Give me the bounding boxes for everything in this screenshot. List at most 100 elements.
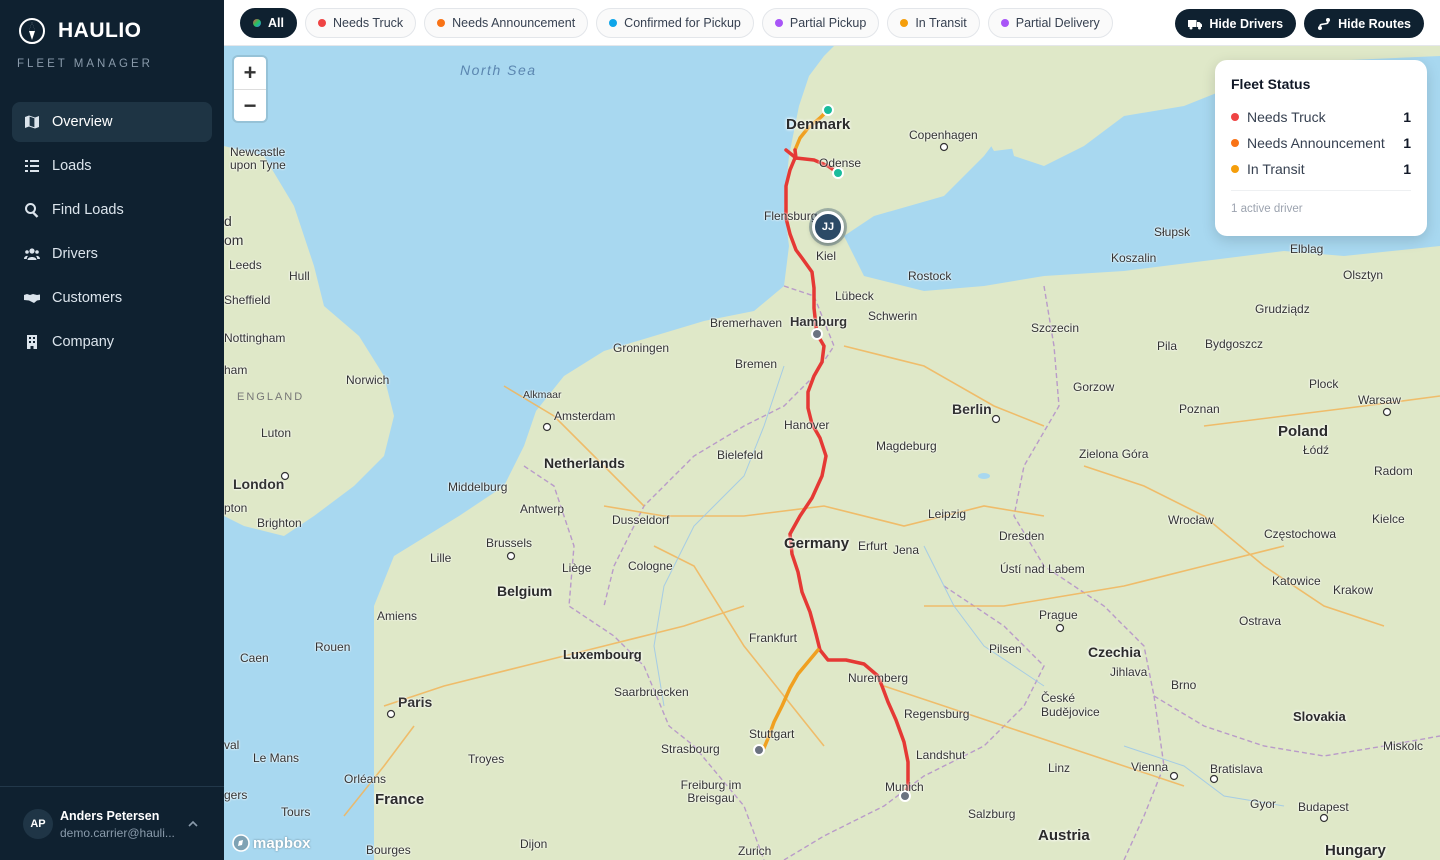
hide-drivers-button[interactable]: Hide Drivers [1175, 9, 1297, 38]
fleet-status-row: Needs Truck 1 [1231, 104, 1411, 130]
mapbox-logo[interactable]: mapbox [232, 834, 311, 852]
city-label: Flensburg [764, 209, 818, 223]
city-label: Vienna [1131, 760, 1169, 774]
brand-subtitle: FLEET MANAGER [17, 58, 153, 70]
filter-chip-in-transit[interactable]: In Transit [887, 8, 980, 38]
mapbox-wordmark: mapbox [253, 834, 311, 852]
city-label: Jena [893, 543, 920, 557]
zoom-out-button[interactable]: − [234, 89, 266, 121]
sidebar-item-find-loads[interactable]: Find Loads [12, 190, 212, 230]
map-canvas[interactable]: North Sea ENGLAND Denmark Netherlands Be… [224, 46, 1440, 860]
fleet-status-count: 1 [1403, 135, 1411, 151]
city-label: Warsaw [1358, 393, 1401, 407]
chevron-up-icon[interactable] [186, 817, 200, 831]
divider [1231, 190, 1411, 191]
fleet-status-count: 1 [1403, 161, 1411, 177]
driver-marker[interactable]: JJ [812, 211, 844, 243]
hide-routes-button[interactable]: Hide Routes [1304, 9, 1424, 38]
filter-chip-needs-announcement[interactable]: Needs Announcement [424, 8, 589, 38]
city-label: Frankfurt [749, 631, 798, 645]
sidebar-item-label: Overview [52, 114, 113, 130]
country-label: Poland [1278, 423, 1329, 440]
city-label: Hanover [784, 418, 830, 432]
sea-label: North Sea [460, 62, 537, 78]
status-dot-icon [609, 19, 618, 27]
city-label: Rostock [908, 269, 952, 283]
city-label: Grudziądz [1255, 302, 1310, 316]
city-label: Łódź [1303, 443, 1330, 457]
status-dot-icon [1231, 165, 1239, 173]
city-label: Dusseldorf [612, 513, 670, 527]
city-label: Leipzig [928, 507, 967, 521]
hide-routes-label: Hide Routes [1338, 16, 1411, 31]
city-label: Gorzow [1073, 380, 1115, 394]
country-label: Luxembourg [563, 647, 642, 662]
sidebar-item-overview[interactable]: Overview [12, 102, 212, 142]
city-label: Budapest [1298, 800, 1349, 814]
country-label: Netherlands [544, 455, 625, 471]
sidebar-item-company[interactable]: Company [12, 322, 212, 362]
city-label: Regensburg [904, 707, 970, 721]
city-label: d [224, 213, 232, 229]
city-label: Amiens [377, 609, 418, 623]
map-icon [24, 114, 40, 130]
city-label: om [224, 232, 244, 248]
country-label: Austria [1038, 827, 1090, 844]
city-label: Bratislava [1210, 762, 1263, 776]
filter-chip-label: Needs Announcement [452, 16, 576, 30]
city-label: Bremerhaven [710, 316, 783, 330]
city-label: Liège [562, 561, 592, 575]
user-menu[interactable]: AP Anders Petersen demo.carrier@hauli... [0, 786, 224, 860]
zoom-controls: + − [234, 57, 266, 121]
city-label: Saarbruecken [614, 685, 689, 699]
filter-chip-confirmed-for-pickup[interactable]: Confirmed for Pickup [596, 8, 754, 38]
building-icon [24, 334, 40, 350]
city-label: Lübeck [835, 289, 874, 303]
country-label: Germany [784, 535, 850, 552]
city-label: Brno [1171, 678, 1197, 692]
city-label: Elblag [1290, 242, 1324, 256]
filter-chip-partial-pickup[interactable]: Partial Pickup [761, 8, 880, 38]
sidebar-item-loads[interactable]: Loads [12, 146, 212, 186]
city-label: Strasbourg [661, 742, 720, 756]
brand-name: HAULIO [58, 19, 142, 42]
sidebar-item-customers[interactable]: Customers [12, 278, 212, 318]
status-dot-icon [774, 19, 783, 27]
filter-chip-all[interactable]: All [240, 8, 297, 38]
country-label: Czechia [1088, 644, 1141, 660]
filter-chip-label: Partial Pickup [789, 16, 867, 30]
sidebar-item-label: Loads [52, 158, 92, 174]
city-label: Linz [1048, 761, 1071, 775]
city-label: Ostrava [1239, 614, 1282, 628]
city-label: gers [224, 788, 248, 802]
filter-chip-partial-delivery[interactable]: Partial Delivery [987, 8, 1113, 38]
sidebar-item-label: Company [52, 334, 115, 350]
city-label: Kielce [1372, 512, 1405, 526]
city-label: Alkmaar [523, 389, 562, 401]
fleet-status-label: In Transit [1247, 161, 1305, 177]
country-label: Slovakia [1293, 709, 1346, 724]
search-icon [24, 202, 40, 218]
city-label: Middelburg [448, 480, 508, 494]
city-label: Troyes [468, 752, 505, 766]
zoom-in-button[interactable]: + [234, 57, 266, 89]
route-icon [1318, 17, 1331, 30]
city-label: Copenhagen [909, 128, 978, 142]
sidebar-item-drivers[interactable]: Drivers [12, 234, 212, 274]
status-dot-icon [1231, 113, 1239, 121]
city-label: Brussels [486, 536, 533, 550]
city-label: Erfurt [858, 539, 888, 553]
city-label: Schwerin [868, 309, 918, 323]
multicolor-dot-icon [253, 19, 261, 27]
brand[interactable]: HAULIO [18, 17, 142, 45]
truck-icon [1188, 19, 1203, 29]
filter-chip-needs-truck[interactable]: Needs Truck [304, 8, 417, 38]
compass-logo-icon [19, 18, 45, 44]
city-label: Dijon [520, 837, 548, 851]
filter-chip-label: All [268, 16, 284, 30]
city-label: Rouen [315, 640, 351, 654]
city-label: Leeds [229, 258, 262, 272]
city-label: Miskolc [1383, 739, 1424, 753]
status-dot-icon [1000, 19, 1009, 27]
city-label: Amsterdam [554, 409, 616, 423]
